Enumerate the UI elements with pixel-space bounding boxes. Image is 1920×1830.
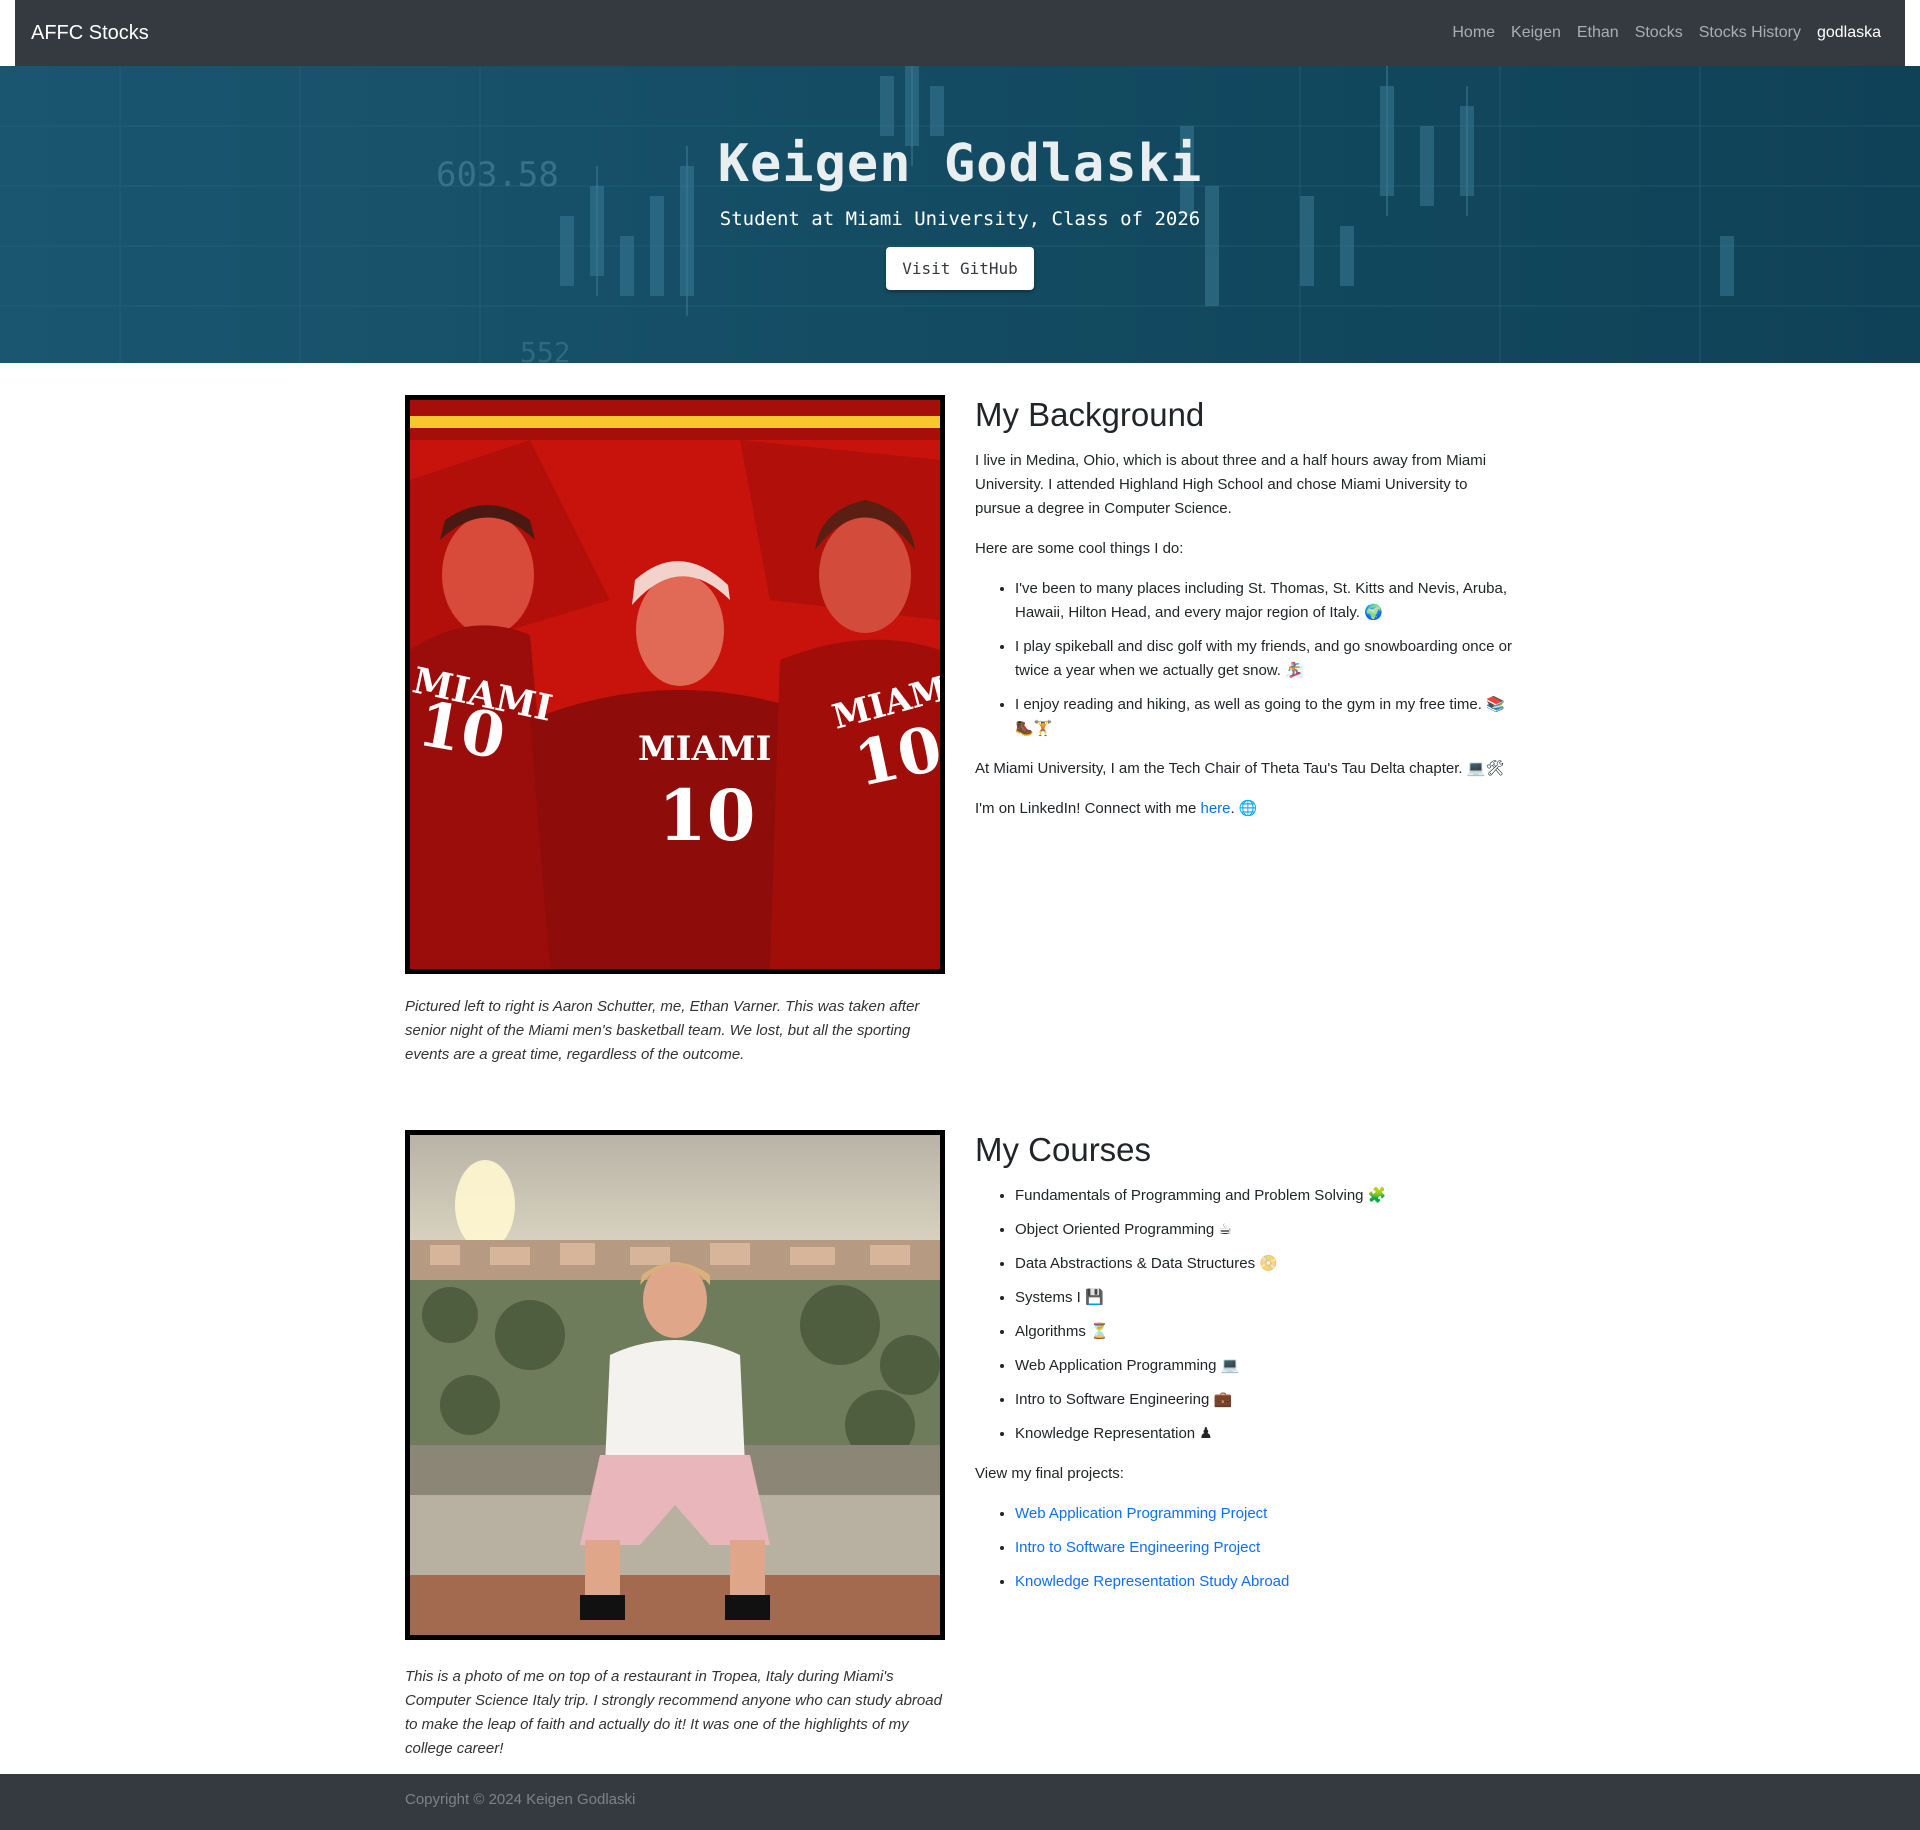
course-item: Intro to Software Engineering 💼	[1015, 1388, 1515, 1412]
courses-section: This is a photo of me on top of a restau…	[405, 1130, 1515, 1770]
list-item: I play spikeball and disc golf with my f…	[1015, 635, 1515, 683]
photo-jersey-number-left: 10	[413, 687, 511, 774]
background-section: MIAMI 10 MIAMI 10 MIAMI 10 Pictured left…	[405, 395, 1515, 1075]
nav-link-keigen[interactable]: Keigen	[1511, 24, 1561, 42]
linkedin-line: I'm on LinkedIn! Connect with me here. 🌐	[975, 797, 1515, 821]
tech-chair-text: At Miami University, I am the Tech Chair…	[975, 760, 1505, 777]
course-item: Knowledge Representation ♟	[1015, 1422, 1515, 1446]
cool-things-intro: Here are some cool things I do:	[975, 540, 1184, 557]
nav-links: Home Keigen Ethan Stocks Stocks History …	[1452, 24, 1881, 42]
project-link-software-eng[interactable]: Intro to Software Engineering Project	[1015, 1539, 1260, 1556]
basketball-photo-caption: Pictured left to right is Aaron Schutter…	[405, 998, 920, 1063]
nav-link-ethan[interactable]: Ethan	[1577, 24, 1619, 42]
course-item: Systems I 💾	[1015, 1286, 1515, 1310]
projects-list: Web Application Programming Project Intr…	[1015, 1502, 1515, 1594]
basketball-photo: MIAMI 10 MIAMI 10 MIAMI 10	[405, 395, 945, 974]
tropea-photo-image	[410, 1135, 940, 1635]
basketball-photo-image: MIAMI 10 MIAMI 10 MIAMI 10	[410, 400, 940, 969]
project-item: Intro to Software Engineering Project	[1015, 1536, 1515, 1560]
top-navbar: AFFC Stocks Home Keigen Ethan Stocks Sto…	[15, 0, 1905, 66]
background-text: My Background I live in Medina, Ohio, wh…	[975, 395, 1515, 837]
hero-banner: 603.58 552 Keigen Godlaski Student at Mi…	[0, 66, 1920, 363]
course-item: Algorithms ⏳	[1015, 1320, 1515, 1344]
course-item: Fundamentals of Programming and Problem …	[1015, 1184, 1515, 1208]
project-item: Knowledge Representation Study Abroad	[1015, 1570, 1515, 1594]
project-item: Web Application Programming Project	[1015, 1502, 1515, 1526]
hero-subtitle: Student at Miami University, Class of 20…	[719, 208, 1201, 230]
nav-link-stocks-history[interactable]: Stocks History	[1699, 24, 1801, 42]
project-link-web-app[interactable]: Web Application Programming Project	[1015, 1505, 1267, 1522]
nav-link-stocks[interactable]: Stocks	[1635, 24, 1683, 42]
photo-jersey-word-middle: MIAMI	[638, 729, 771, 769]
nav-link-user[interactable]: godlaska	[1817, 24, 1881, 42]
courses-heading: My Courses	[975, 1131, 1152, 1168]
project-link-knowledge-rep[interactable]: Knowledge Representation Study Abroad	[1015, 1573, 1289, 1590]
course-item: Object Oriented Programming ☕	[1015, 1218, 1515, 1242]
tropea-photo-caption: This is a photo of me on top of a restau…	[405, 1668, 942, 1757]
nav-link-home[interactable]: Home	[1452, 24, 1495, 42]
linkedin-prefix: I'm on LinkedIn! Connect with me	[975, 800, 1201, 817]
hero-title: Keigen Godlaski	[717, 134, 1203, 194]
tropea-photo	[405, 1130, 945, 1640]
linkedin-link[interactable]: here	[1200, 800, 1230, 817]
linkedin-suffix: . 🌐	[1230, 800, 1258, 817]
visit-github-button[interactable]: Visit GitHub	[886, 247, 1034, 290]
hero-content: Keigen Godlaski Student at Miami Univers…	[0, 66, 1920, 363]
background-heading: My Background	[975, 396, 1205, 433]
cool-things-list: I've been to many places including St. T…	[1015, 577, 1515, 741]
photo-jersey-number-middle: 10	[658, 774, 755, 857]
background-intro: I live in Medina, Ohio, which is about t…	[975, 452, 1487, 517]
courses-text: My Courses Fundamentals of Programming a…	[975, 1130, 1515, 1610]
list-item: I've been to many places including St. T…	[1015, 577, 1515, 625]
brand-link[interactable]: AFFC Stocks	[31, 22, 149, 45]
course-item: Data Abstractions & Data Structures 📀	[1015, 1252, 1515, 1276]
projects-intro: View my final projects:	[975, 1465, 1124, 1482]
footer-copyright: Copyright © 2024 Keigen Godlaski	[405, 1791, 636, 1808]
courses-list: Fundamentals of Programming and Problem …	[1015, 1184, 1515, 1446]
course-item: Web Application Programming 💻	[1015, 1354, 1515, 1378]
footer: Copyright © 2024 Keigen Godlaski	[0, 1774, 1920, 1830]
list-item: I enjoy reading and hiking, as well as g…	[1015, 693, 1515, 741]
